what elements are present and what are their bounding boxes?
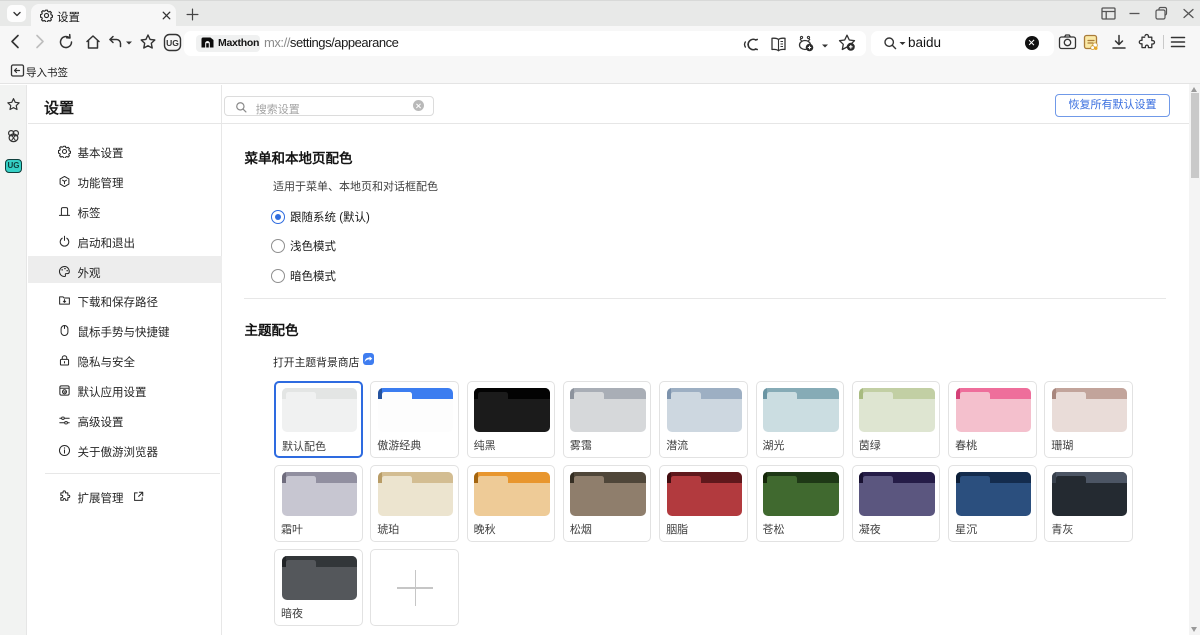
svg-text:UG: UG bbox=[166, 38, 179, 48]
